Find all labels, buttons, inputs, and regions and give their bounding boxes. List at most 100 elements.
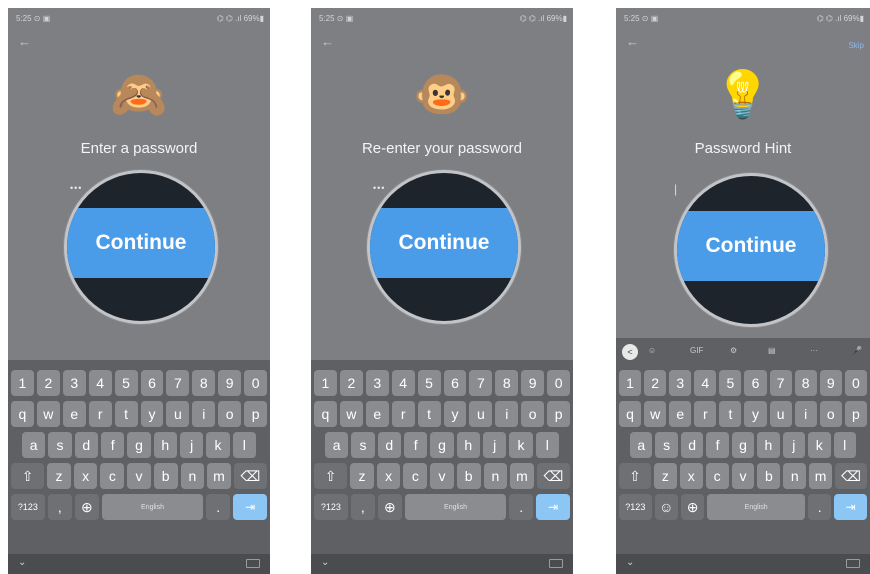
password-input[interactable]: •••: [373, 183, 385, 193]
key-t[interactable]: t: [114, 401, 138, 427]
key-f[interactable]: f: [706, 432, 729, 458]
key-1[interactable]: 1: [314, 370, 337, 396]
key-a[interactable]: a: [630, 432, 653, 458]
key-g[interactable]: g: [731, 432, 755, 458]
key-e[interactable]: e: [62, 401, 86, 427]
key-6[interactable]: 6: [443, 370, 467, 396]
key-x[interactable]: x: [376, 463, 401, 489]
key-n[interactable]: n: [180, 463, 205, 489]
key-k[interactable]: k: [509, 432, 533, 458]
key-t[interactable]: t: [417, 401, 441, 427]
shift-icon[interactable]: ⇧: [11, 463, 45, 489]
key-2[interactable]: 2: [644, 370, 667, 396]
key-x[interactable]: x: [73, 463, 98, 489]
key-v[interactable]: v: [430, 463, 454, 489]
key-l[interactable]: l: [833, 432, 856, 458]
key-w[interactable]: w: [644, 401, 667, 427]
key-2[interactable]: 2: [36, 370, 60, 396]
key-y[interactable]: y: [744, 401, 767, 427]
key-t[interactable]: t: [719, 401, 742, 427]
key-u[interactable]: u: [166, 401, 190, 427]
period-key[interactable]: .: [206, 494, 231, 520]
chevron-down-icon[interactable]: ⌄: [626, 557, 634, 568]
key-c[interactable]: c: [705, 463, 729, 489]
key-c[interactable]: c: [403, 463, 428, 489]
key-9[interactable]: 9: [819, 370, 842, 396]
key-m[interactable]: m: [809, 463, 833, 489]
period-key[interactable]: .: [808, 494, 832, 520]
key-2[interactable]: 2: [339, 370, 363, 396]
key-o[interactable]: o: [521, 401, 545, 427]
space-bar[interactable]: English: [404, 494, 507, 520]
key-y[interactable]: y: [443, 401, 467, 427]
key-7[interactable]: 7: [166, 370, 190, 396]
key-6[interactable]: 6: [140, 370, 164, 396]
globe-icon[interactable]: ⊕: [74, 494, 99, 520]
enter-key[interactable]: ⇥: [834, 494, 867, 520]
comma-key[interactable]: ,: [350, 494, 375, 520]
key-i[interactable]: i: [794, 401, 817, 427]
key-n[interactable]: n: [483, 463, 508, 489]
key-a[interactable]: a: [22, 432, 46, 458]
shift-icon[interactable]: ⇧: [314, 463, 348, 489]
key-1[interactable]: 1: [11, 370, 34, 396]
key-z[interactable]: z: [47, 463, 71, 489]
key-q[interactable]: q: [11, 401, 34, 427]
key-e[interactable]: e: [365, 401, 389, 427]
key-q[interactable]: q: [314, 401, 337, 427]
key-j[interactable]: j: [179, 432, 204, 458]
keyboard-switch-icon[interactable]: [246, 559, 260, 568]
back-arrow-icon[interactable]: ←: [321, 34, 334, 49]
key-v[interactable]: v: [127, 463, 151, 489]
key-d[interactable]: d: [74, 432, 98, 458]
key-u[interactable]: u: [469, 401, 493, 427]
key-1[interactable]: 1: [619, 370, 642, 396]
key-q[interactable]: q: [619, 401, 642, 427]
key-d[interactable]: d: [680, 432, 704, 458]
key-s[interactable]: s: [351, 432, 375, 458]
key-i[interactable]: i: [495, 401, 519, 427]
key-f[interactable]: f: [403, 432, 428, 458]
key-w[interactable]: w: [36, 401, 60, 427]
enter-key[interactable]: ⇥: [536, 494, 570, 520]
backspace-icon[interactable]: ⌫: [536, 463, 570, 489]
key-0[interactable]: 0: [547, 370, 571, 396]
key-o[interactable]: o: [819, 401, 842, 427]
key-b[interactable]: b: [456, 463, 481, 489]
symbols-key[interactable]: ?123: [11, 494, 45, 520]
key-z[interactable]: z: [350, 463, 374, 489]
password-input[interactable]: •••: [70, 183, 82, 193]
back-arrow-icon[interactable]: ←: [626, 34, 639, 49]
space-bar[interactable]: English: [101, 494, 204, 520]
chevron-down-icon[interactable]: ⌄: [321, 557, 329, 568]
key-5[interactable]: 5: [719, 370, 742, 396]
key-r[interactable]: r: [694, 401, 717, 427]
period-key[interactable]: .: [509, 494, 534, 520]
backspace-icon[interactable]: ⌫: [233, 463, 267, 489]
key-p[interactable]: p: [844, 401, 867, 427]
key-b[interactable]: b: [153, 463, 178, 489]
key-k[interactable]: k: [206, 432, 230, 458]
shift-icon[interactable]: ⇧: [619, 463, 651, 489]
key-3[interactable]: 3: [62, 370, 86, 396]
key-y[interactable]: y: [140, 401, 164, 427]
key-r[interactable]: r: [88, 401, 112, 427]
key-h[interactable]: h: [456, 432, 480, 458]
key-g[interactable]: g: [127, 432, 151, 458]
key-5[interactable]: 5: [417, 370, 441, 396]
key-9[interactable]: 9: [218, 370, 242, 396]
key-f[interactable]: f: [100, 432, 125, 458]
key-3[interactable]: 3: [669, 370, 692, 396]
key-s[interactable]: s: [48, 432, 72, 458]
keyboard-switch-icon[interactable]: [549, 559, 563, 568]
key-o[interactable]: o: [218, 401, 242, 427]
comma-key[interactable]: ,: [47, 494, 72, 520]
key-k[interactable]: k: [808, 432, 831, 458]
more-icon[interactable]: ···: [810, 346, 818, 355]
key-l[interactable]: l: [535, 432, 559, 458]
symbols-key[interactable]: ?123: [314, 494, 348, 520]
hint-input[interactable]: |: [674, 182, 677, 196]
key-e[interactable]: e: [669, 401, 692, 427]
gif-button[interactable]: GIF: [690, 346, 703, 355]
key-7[interactable]: 7: [469, 370, 493, 396]
